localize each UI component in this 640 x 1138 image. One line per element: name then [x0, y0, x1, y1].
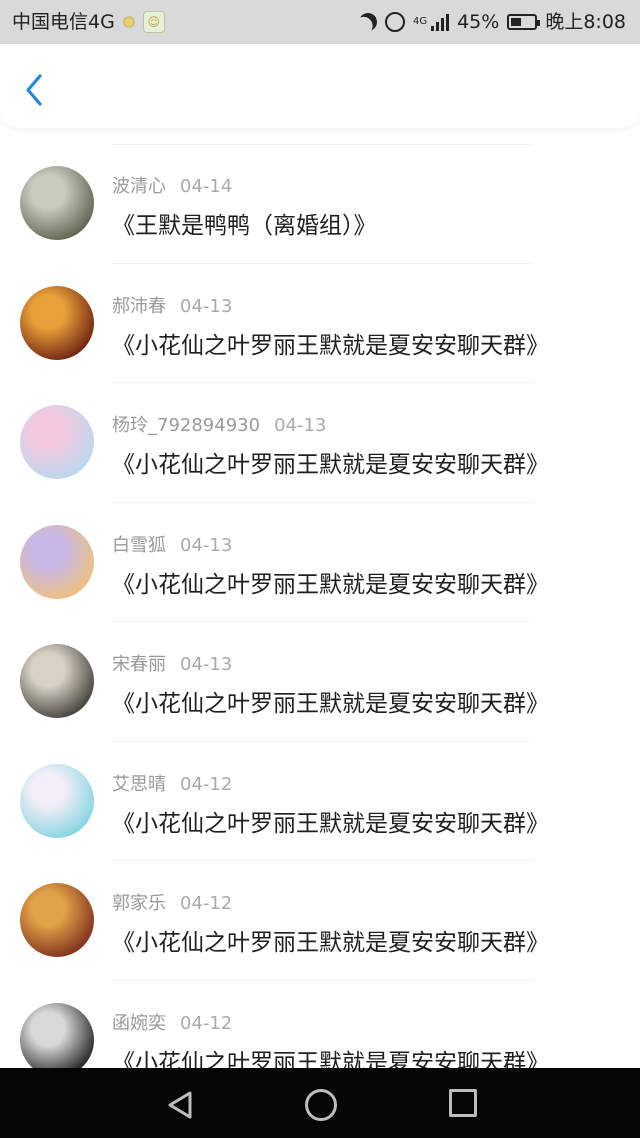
avatar[interactable]: [20, 644, 94, 718]
avatar[interactable]: [20, 285, 94, 360]
triangle-back-icon[interactable]: [166, 1090, 194, 1120]
author-name[interactable]: 宋春丽: [112, 654, 166, 675]
avatar[interactable]: [20, 524, 94, 599]
item-title[interactable]: 《小花仙之叶罗丽王默就是夏安安聊天群》: [112, 565, 549, 599]
author-name[interactable]: 函婉奕: [112, 1013, 166, 1034]
author-line: 宋春丽 04-13: [112, 650, 232, 676]
list-item[interactable]: 艾思晴 04-12 《小花仙之叶罗丽王默就是夏安安聊天群》: [0, 742, 640, 861]
post-date: 04-14: [180, 176, 233, 197]
author-line: 白雪狐 04-13: [112, 531, 232, 557]
notification-dot-icon: [122, 16, 135, 28]
battery-percent: 45%: [457, 11, 500, 33]
network-type-label: 4G: [412, 16, 428, 27]
status-right: 4G 45% 晚上8:08: [359, 0, 626, 44]
top-app-bar: [0, 44, 640, 128]
author-name[interactable]: 郝沛春: [112, 296, 166, 317]
author-name[interactable]: 波清心: [112, 176, 166, 197]
do-not-disturb-icon: [358, 12, 379, 33]
post-date: 04-12: [180, 1012, 233, 1034]
list-item[interactable]: 郝沛春 04-13 《小花仙之叶罗丽王默就是夏安安聊天群》: [0, 264, 640, 383]
item-title[interactable]: 《小花仙之叶罗丽王默就是夏安安聊天群》: [112, 445, 549, 479]
status-bar: 中国电信4G ☺ 4G 45% 晚上8:08: [0, 0, 640, 44]
carrier-label: 中国电信4G: [12, 11, 115, 33]
square-recents-icon[interactable]: [449, 1089, 477, 1117]
item-title[interactable]: 《小花仙之叶罗丽王默就是夏安安聊天群》: [112, 326, 549, 360]
list-item[interactable]: 波清心 04-14 《王默是鸭鸭（离婚组）》: [0, 144, 640, 264]
chevron-left-icon: [26, 74, 42, 106]
item-title[interactable]: 《王默是鸭鸭（离婚组）》: [112, 206, 377, 240]
author-name[interactable]: 艾思晴: [112, 774, 166, 795]
item-title[interactable]: 《小花仙之叶罗丽王默就是夏安安聊天群》: [112, 684, 549, 718]
back-button[interactable]: [18, 70, 54, 110]
list-item[interactable]: 宋春丽 04-13 《小花仙之叶罗丽王默就是夏安安聊天群》: [0, 622, 640, 742]
author-name[interactable]: 杨玲_792894930: [112, 415, 260, 436]
post-date: 04-13: [180, 654, 233, 675]
author-line: 郭家乐 04-12: [112, 889, 232, 915]
battery-icon: [507, 14, 541, 30]
avatar[interactable]: [20, 763, 94, 838]
item-title[interactable]: 《小花仙之叶罗丽王默就是夏安安聊天群》: [112, 804, 549, 838]
system-nav-bar: [0, 1068, 640, 1138]
list-item[interactable]: 杨玲_792894930 04-13 《小花仙之叶罗丽王默就是夏安安聊天群》: [0, 383, 640, 503]
clock: 晚上8:08: [545, 11, 626, 33]
avatar[interactable]: [20, 883, 94, 957]
item-title[interactable]: 《小花仙之叶罗丽王默就是夏安安聊天群》: [112, 923, 549, 957]
post-date: 04-12: [180, 893, 233, 914]
post-date: 04-13: [274, 415, 327, 436]
avatar[interactable]: [20, 405, 94, 479]
app-notification-icon: ☺: [142, 11, 165, 33]
author-line: 艾思晴 04-12: [112, 770, 232, 796]
author-name[interactable]: 白雪狐: [112, 535, 166, 556]
post-date: 04-13: [180, 534, 233, 556]
signal-icon: [431, 13, 450, 31]
post-date: 04-12: [180, 773, 233, 795]
author-line: 函婉奕 04-12: [112, 1009, 232, 1035]
message-list[interactable]: 波清心 04-14 《王默是鸭鸭（离婚组）》郝沛春 04-13 《小花仙之叶罗丽王默就是…: [0, 144, 640, 1068]
circle-home-icon[interactable]: [305, 1089, 337, 1121]
item-title[interactable]: 《小花仙之叶罗丽王默就是夏安安聊天群》: [112, 1043, 549, 1069]
author-line: 波清心 04-14: [112, 172, 232, 198]
avatar[interactable]: [20, 166, 94, 240]
list-item[interactable]: 白雪狐 04-13 《小花仙之叶罗丽王默就是夏安安聊天群》: [0, 503, 640, 622]
list-item[interactable]: 郭家乐 04-12 《小花仙之叶罗丽王默就是夏安安聊天群》: [0, 861, 640, 981]
list-item[interactable]: 函婉奕 04-12 《小花仙之叶罗丽王默就是夏安安聊天群》: [0, 981, 640, 1069]
author-name[interactable]: 郭家乐: [112, 893, 166, 914]
author-line: 杨玲_792894930 04-13: [112, 411, 326, 437]
post-date: 04-13: [180, 295, 233, 317]
avatar[interactable]: [20, 1002, 94, 1068]
alarm-icon: [384, 12, 405, 32]
author-line: 郝沛春 04-13: [112, 292, 232, 318]
status-left: 中国电信4G ☺: [12, 0, 165, 44]
